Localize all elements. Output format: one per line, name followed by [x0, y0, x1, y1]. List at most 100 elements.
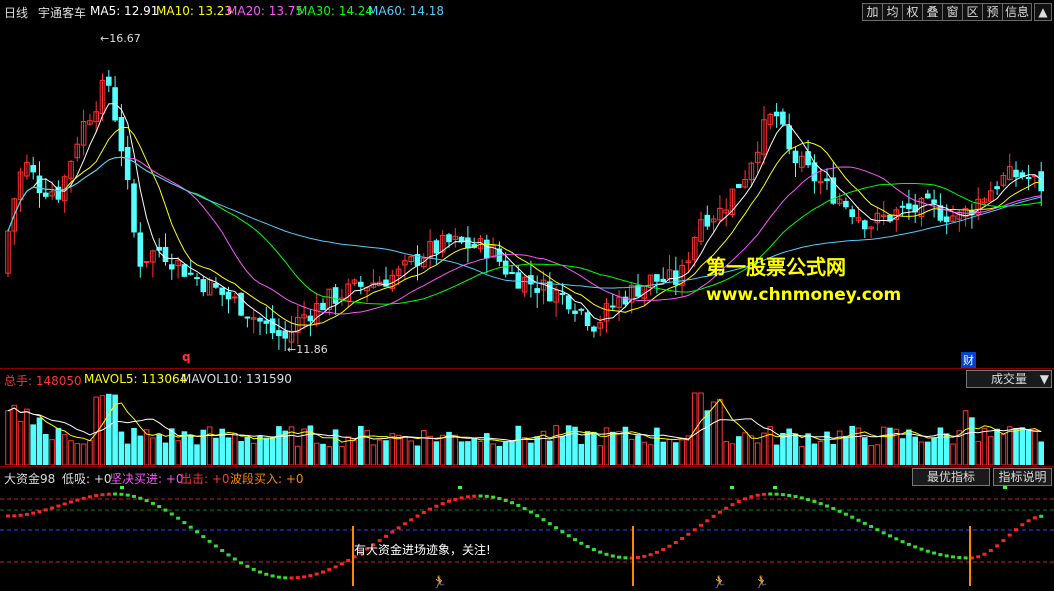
indicator-dot [447, 499, 451, 503]
toolbar-button-jun[interactable]: 均 [882, 3, 903, 21]
indicator-dot [220, 549, 225, 553]
indicator-dot [610, 554, 615, 558]
volume-indicator-dropdown[interactable]: 成交量 ▼ [966, 370, 1052, 388]
indicator-dot [812, 499, 817, 503]
mavol10-label: MAVOL10: 131590 [181, 372, 292, 386]
volume-bar [918, 441, 925, 465]
volume-bar [962, 410, 969, 465]
candle-body [320, 302, 326, 311]
indicator-dot [818, 502, 823, 506]
candle-body [925, 193, 931, 199]
chevron-down-icon: ▼ [1039, 372, 1049, 386]
indicator-dot [150, 501, 155, 505]
indicator-dot [774, 492, 779, 496]
candle-body [811, 162, 818, 182]
volume-bar [408, 440, 414, 465]
indicator-dot [132, 494, 136, 498]
candle-body [786, 125, 793, 150]
candle-body [263, 320, 270, 324]
indicator-dot [642, 554, 647, 558]
volume-bar [1013, 428, 1019, 465]
indicator-dot [113, 492, 118, 496]
volume-bar [660, 441, 667, 465]
candle-body [572, 310, 578, 314]
indicator-dot [692, 528, 697, 532]
volume-bar [225, 437, 232, 465]
indicator-dot [428, 507, 433, 511]
toolbar-button-die[interactable]: 叠 [922, 3, 943, 21]
indicator-dot [283, 576, 288, 580]
indicator-dot [894, 537, 899, 541]
volume-bar [836, 430, 843, 465]
volume-bar [887, 427, 893, 465]
best-indicator-button[interactable]: 最优指标 [912, 468, 990, 486]
indicator-dot [888, 534, 892, 538]
volume-bar [427, 435, 433, 465]
buy-marker [1003, 486, 1007, 489]
indicator-dot [598, 550, 603, 554]
candle-body [906, 203, 912, 210]
candlestick-chart[interactable] [0, 22, 1054, 367]
indicator-dot [566, 534, 571, 538]
indicator-dot [6, 514, 10, 518]
volume-bar [496, 445, 503, 465]
low-price-label: ←11.86 [287, 343, 328, 356]
volume-bar [729, 443, 736, 465]
toolbar-button-info[interactable]: 信息 [1002, 3, 1032, 21]
candle-body [824, 178, 830, 182]
indicator-dot [837, 509, 842, 513]
toolbar-button-jia[interactable]: 加 [862, 3, 883, 21]
indicator-dot [339, 562, 344, 566]
period-label[interactable]: 日线 [4, 4, 28, 21]
indicator-dot [37, 510, 42, 514]
indicator-dot [617, 555, 622, 559]
indicator-dot [314, 572, 319, 576]
indicator-dot [648, 553, 653, 557]
indicator-chart[interactable]: 🏃 🏃 🏃 [0, 486, 1054, 591]
toolbar-button-qu[interactable]: 区 [962, 3, 983, 21]
volume-bar [767, 426, 774, 465]
finance-marker[interactable]: 财 [961, 352, 976, 368]
volume-bar [597, 445, 604, 465]
indicator-dot [182, 521, 187, 525]
high-price-value: 16.67 [109, 32, 141, 45]
stock-name: 宇通客车 [38, 6, 87, 20]
chuji-label: 出击: +0 [180, 472, 230, 486]
volume-bar [805, 433, 811, 465]
indicator-help-button[interactable]: 指标说明 [993, 468, 1052, 486]
scroll-up-button[interactable]: ▲ [1034, 3, 1052, 21]
candle-body [232, 296, 238, 299]
toolbar-button-quan[interactable]: 权 [902, 3, 923, 21]
volume-bar [383, 440, 389, 465]
ma10-label: MA10: 13.23 [156, 4, 233, 18]
indicator-dot [18, 513, 23, 517]
volume-bar [295, 445, 301, 465]
runner-icon: 🏃 [754, 575, 769, 589]
indicator-dot [516, 503, 521, 507]
indicator-dot [806, 498, 811, 502]
indicator-dot [831, 507, 836, 511]
indicator-dot [497, 497, 502, 501]
volume-bar [673, 442, 679, 465]
indicator-dot [87, 495, 92, 499]
volume-bar [773, 444, 780, 465]
indicator-dot [81, 496, 86, 500]
indicator-dot [995, 544, 1000, 548]
toolbar-button-yu[interactable]: 预 [982, 3, 1003, 21]
volume-bar [250, 442, 257, 465]
volume-bar [975, 440, 982, 465]
buy-marker [773, 486, 777, 489]
volume-bar [666, 438, 673, 465]
watermark-title: 第一股票公式网 [706, 255, 846, 279]
volume-bar [395, 434, 402, 465]
volume-bar [61, 434, 68, 465]
volume-bar [1000, 434, 1007, 465]
toolbar-button-chuang[interactable]: 窗 [942, 3, 963, 21]
volume-chart[interactable] [0, 387, 1054, 465]
volume-bar [647, 444, 654, 465]
volume-bar [376, 439, 383, 465]
indicator-dot [491, 495, 496, 499]
volume-bar [263, 437, 270, 465]
indicator-dot [226, 553, 231, 557]
indicator-dot [900, 540, 905, 544]
